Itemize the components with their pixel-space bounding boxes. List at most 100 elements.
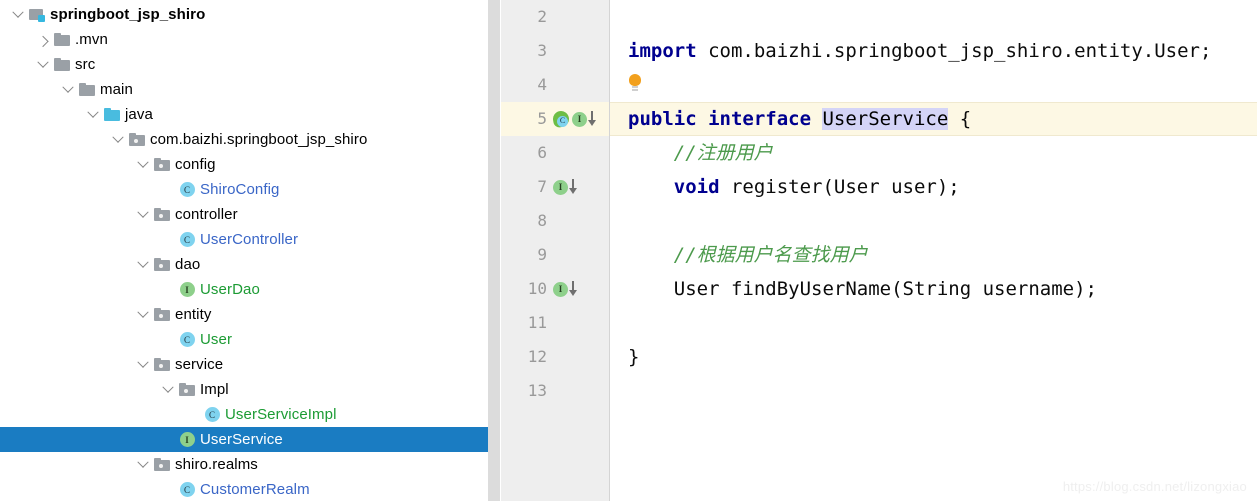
package-icon [151, 152, 173, 177]
code-line[interactable]: } [610, 340, 1257, 374]
gutter-line[interactable]: 7I [501, 170, 609, 204]
code-editor[interactable]: 2 3 4 5 C I 6 7 I 8 9 10 I 11 12 13 import com.baizhi.s… [500, 0, 1257, 501]
code-line[interactable]: //根据用户名查找用户 [610, 238, 1257, 272]
code-token: { [948, 108, 972, 130]
tree-row[interactable]: I UserDao [0, 277, 500, 302]
tree-row[interactable]: java [0, 102, 500, 127]
gutter-line[interactable]: 6 [501, 136, 609, 170]
gutter-line[interactable]: 12 [501, 340, 609, 374]
tree-row[interactable]: Impl [0, 377, 500, 402]
chevron-down-icon[interactable] [110, 127, 126, 152]
tree-row[interactable]: C ShiroConfig [0, 177, 500, 202]
chevron-down-icon[interactable] [135, 152, 151, 177]
tree-row[interactable]: springboot_jsp_shiro [0, 2, 500, 27]
editor-code-area[interactable]: import com.baizhi.springboot_jsp_shiro.e… [610, 0, 1257, 501]
line-number: 2 [537, 7, 547, 26]
chevron-down-icon[interactable] [135, 302, 151, 327]
line-number: 11 [527, 313, 547, 332]
ide-window: springboot_jsp_shiro .mvn src main java com.b… [0, 0, 1257, 501]
gutter-line[interactable]: 8 [501, 204, 609, 238]
tree-arrow-placeholder [160, 477, 176, 501]
tree-node-label: UserServiceImpl [225, 406, 337, 423]
chevron-down-icon[interactable] [135, 352, 151, 377]
tree-row[interactable]: com.baizhi.springboot_jsp_shiro [0, 127, 500, 152]
code-line[interactable] [610, 374, 1257, 408]
package-icon [151, 452, 173, 477]
chevron-down-icon[interactable] [135, 452, 151, 477]
project-tree-list[interactable]: springboot_jsp_shiro .mvn src main java com.b… [0, 0, 500, 501]
project-tree-scrollbar[interactable] [488, 0, 500, 501]
tree-arrow-placeholder [160, 177, 176, 202]
folder-icon [51, 27, 73, 52]
code-line[interactable]: import com.baizhi.springboot_jsp_shiro.e… [610, 34, 1257, 68]
project-tree-panel[interactable]: springboot_jsp_shiro .mvn src main java com.b… [0, 0, 500, 501]
chevron-down-icon[interactable] [10, 2, 26, 27]
code-line[interactable]: public interface UserService { [610, 102, 1257, 136]
source-root-folder-icon [101, 102, 123, 127]
code-line[interactable]: void register(User user); [610, 170, 1257, 204]
gutter-line[interactable]: 11 [501, 306, 609, 340]
tree-row[interactable]: entity [0, 302, 500, 327]
gutter-line[interactable]: 5CI [501, 102, 609, 136]
gutter-line[interactable]: 9 [501, 238, 609, 272]
code-line[interactable] [610, 0, 1257, 34]
code-token: com.baizhi.springboot_jsp_shiro.entity.U… [708, 40, 1212, 62]
tree-arrow-placeholder [160, 227, 176, 252]
code-line[interactable] [610, 204, 1257, 238]
code-line-text: import com.baizhi.springboot_jsp_shiro.e… [610, 34, 1257, 68]
chevron-down-icon[interactable] [135, 252, 151, 277]
tree-row[interactable]: config [0, 152, 500, 177]
line-number: 9 [537, 245, 547, 264]
tree-row[interactable]: src [0, 52, 500, 77]
chevron-down-icon[interactable] [60, 77, 76, 102]
code-line[interactable] [610, 306, 1257, 340]
intention-bulb-icon[interactable] [628, 74, 642, 92]
tree-row[interactable]: shiro.realms [0, 452, 500, 477]
line-number: 12 [527, 347, 547, 366]
gutter-line[interactable]: 10 I [501, 272, 609, 306]
folder-icon [76, 77, 98, 102]
line-number: 3 [537, 41, 547, 60]
tree-row[interactable]: dao [0, 252, 500, 277]
tree-row[interactable]: C UserServiceImpl [0, 402, 500, 427]
tree-node-label: shiro.realms [175, 456, 258, 473]
editor-gutter[interactable]: 2 3 4 5 C I 6 7 I 8 9 10 I 11 12 13 [501, 0, 610, 501]
gutter-line[interactable]: 4 [501, 68, 609, 102]
gutter-line[interactable]: 2 [501, 0, 609, 34]
tree-row[interactable]: C CustomerRealm [0, 477, 500, 501]
code-line[interactable]: User findByUserName(String username); [610, 272, 1257, 306]
code-line-text: public interface UserService { [610, 102, 1257, 136]
chevron-down-icon[interactable] [35, 52, 51, 77]
chevron-down-icon[interactable] [135, 202, 151, 227]
tree-row[interactable]: main [0, 77, 500, 102]
code-line-text: //根据用户名查找用户 [610, 238, 1257, 272]
tree-row[interactable]: .mvn [0, 27, 500, 52]
implemented-by-icon[interactable]: I [572, 111, 597, 127]
code-line-text: User findByUserName(String username); [610, 272, 1257, 306]
chevron-down-icon[interactable] [85, 102, 101, 127]
code-line[interactable] [610, 68, 1257, 102]
tree-row[interactable]: service [0, 352, 500, 377]
tree-row[interactable]: C UserController [0, 227, 500, 252]
implemented-by-icon[interactable]: I [553, 281, 578, 297]
chevron-down-icon[interactable] [160, 377, 176, 402]
code-token: } [628, 346, 640, 368]
tree-row[interactable]: controller [0, 202, 500, 227]
chevron-right-icon[interactable] [35, 27, 51, 52]
spring-bean-icon[interactable]: C [551, 109, 571, 128]
code-line[interactable]: //注册用户 [610, 136, 1257, 170]
gutter-line[interactable]: 3 [501, 34, 609, 68]
watermark: https://blog.csdn.net/lizongxiao [1062, 479, 1247, 494]
line-number: 6 [537, 143, 547, 162]
tree-arrow-placeholder [160, 327, 176, 352]
tree-row-selected[interactable]: I UserService [0, 427, 500, 452]
gutter-line[interactable]: 13 [501, 374, 609, 408]
gutter-icon-group: I [547, 179, 609, 195]
line-number: 10 [527, 279, 547, 298]
implemented-by-icon[interactable]: I [553, 179, 578, 195]
tree-row[interactable]: C User [0, 327, 500, 352]
tree-node-label: dao [175, 256, 201, 273]
